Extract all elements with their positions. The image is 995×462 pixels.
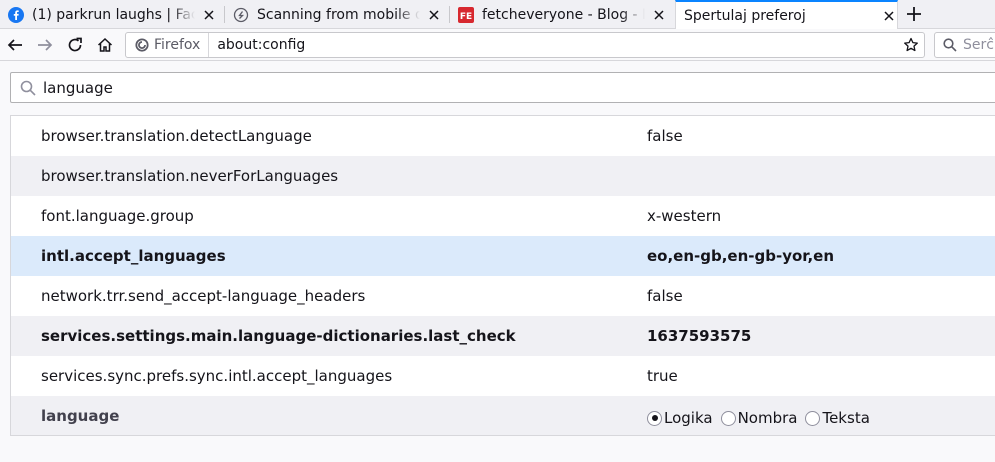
navigation-toolbar: Firefox about:config Serĉi	[0, 29, 995, 61]
search-bar[interactable]: Serĉi	[934, 32, 995, 58]
tab-title: fetcheveryone - Blog - Fe	[482, 6, 645, 23]
radio-selected-icon[interactable]	[647, 410, 662, 426]
about-config-page: browser.translation.detectLanguage false…	[0, 62, 995, 462]
pref-row-selected[interactable]: intl.accept_languages eo,en-gb,en-gb-yor…	[11, 236, 995, 276]
tab-title: Spertulaj preferoj	[684, 8, 875, 24]
search-icon	[20, 80, 36, 96]
search-icon	[943, 38, 957, 52]
facebook-icon	[8, 6, 24, 23]
firefox-icon	[135, 38, 149, 52]
site-icon	[233, 7, 249, 23]
identity-box[interactable]: Firefox	[126, 33, 210, 57]
tab-title: Scanning from mobile de	[257, 6, 420, 23]
new-tab-button[interactable]	[902, 3, 926, 25]
pref-value[interactable]: false	[647, 116, 683, 156]
back-button[interactable]	[4, 34, 26, 56]
pref-type-radio-group: Logika Nombra Teksta	[647, 396, 878, 435]
url-bar[interactable]: Firefox about:config	[125, 32, 925, 58]
pref-name: services.settings.main.language-dictiona…	[41, 327, 516, 345]
radio-unselected-icon[interactable]	[805, 410, 821, 426]
pref-name: browser.translation.neverForLanguages	[41, 167, 339, 185]
pref-value[interactable]: x-western	[647, 196, 721, 236]
search-placeholder: Serĉi	[963, 37, 995, 53]
pref-value[interactable]: eo,en-gb,en-gb-yor,en	[647, 236, 834, 276]
preferences-table: browser.translation.detectLanguage false…	[10, 115, 995, 436]
reload-button[interactable]	[64, 34, 86, 56]
close-icon[interactable]	[651, 7, 667, 23]
url-text[interactable]: about:config	[209, 37, 902, 53]
pref-name: font.language.group	[41, 207, 194, 225]
preference-search[interactable]	[10, 72, 995, 103]
forward-arrow-icon	[38, 39, 53, 51]
identity-label: Firefox	[154, 37, 201, 53]
radio-label: Logika	[664, 409, 713, 427]
close-icon[interactable]	[426, 7, 442, 23]
svg-text:FE: FE	[460, 12, 472, 22]
close-icon[interactable]	[201, 7, 217, 23]
plus-icon	[907, 7, 921, 21]
radio-unselected-icon[interactable]	[720, 410, 736, 426]
pref-name: intl.accept_languages	[41, 247, 226, 265]
radio-logika[interactable]: Logika	[647, 409, 713, 427]
pref-name: network.trr.send_accept-language_headers	[41, 287, 366, 305]
radio-teksta[interactable]: Teksta	[805, 409, 870, 427]
tab-facebook[interactable]: (1) parkrun laughs | Face	[8, 0, 217, 29]
back-arrow-icon	[7, 39, 22, 51]
home-icon	[97, 37, 113, 52]
tab-fetcheveryone[interactable]: FE fetcheveryone - Blog - Fe	[458, 0, 667, 29]
forward-button[interactable]	[34, 34, 56, 56]
reload-icon	[68, 37, 82, 52]
fetcheveryone-icon: FE	[458, 6, 474, 23]
tab-title: (1) parkrun laughs | Face	[32, 6, 195, 23]
bookmark-star-icon[interactable]	[902, 36, 920, 54]
pref-row[interactable]: services.settings.main.language-dictiona…	[11, 316, 995, 356]
pref-value[interactable]: false	[647, 276, 683, 316]
radio-label: Nombra	[737, 409, 798, 427]
pref-row[interactable]: font.language.group x-western	[11, 196, 995, 236]
radio-label: Teksta	[822, 409, 870, 427]
pref-row[interactable]: browser.translation.detectLanguage false	[11, 116, 995, 156]
tab-strip: (1) parkrun laughs | Face Scanning from …	[0, 0, 995, 30]
pref-row[interactable]: network.trr.send_accept-language_headers…	[11, 276, 995, 316]
pref-value[interactable]: true	[647, 356, 678, 396]
new-pref-row: language Logika Nombra Teksta	[11, 396, 995, 435]
new-pref-name: language	[41, 407, 120, 425]
radio-nombra[interactable]: Nombra	[720, 409, 798, 427]
tab-about-config[interactable]: Spertulaj preferoj	[675, 0, 898, 30]
pref-value[interactable]: 1637593575	[647, 316, 751, 356]
pref-name: browser.translation.detectLanguage	[41, 127, 312, 145]
search-input[interactable]	[43, 78, 943, 97]
close-icon[interactable]	[881, 8, 897, 24]
pref-row[interactable]: browser.translation.neverForLanguages	[11, 156, 995, 196]
tab-scanning[interactable]: Scanning from mobile de	[233, 0, 442, 29]
pref-row[interactable]: services.sync.prefs.sync.intl.accept_lan…	[11, 356, 995, 396]
pref-name: services.sync.prefs.sync.intl.accept_lan…	[41, 367, 393, 385]
home-button[interactable]	[94, 34, 116, 56]
